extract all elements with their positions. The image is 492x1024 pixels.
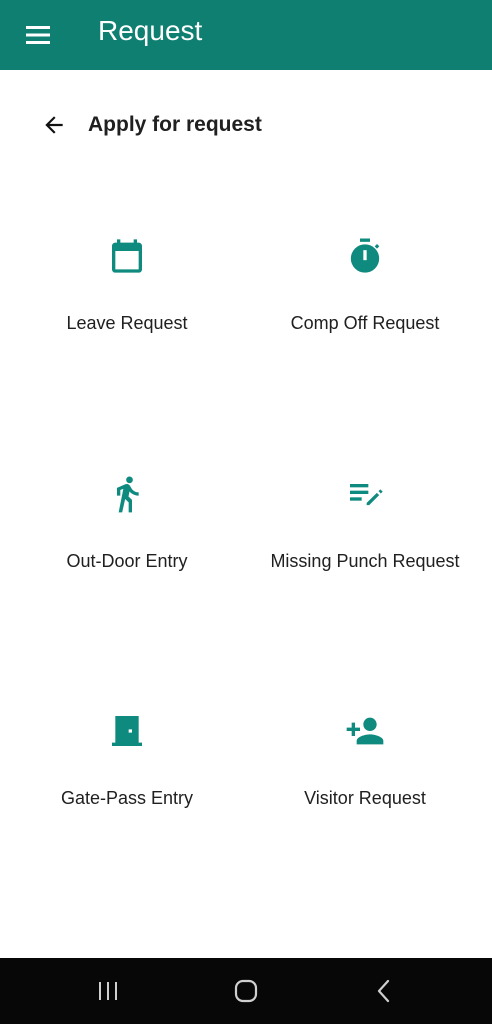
back-button[interactable] [36,107,72,143]
door-icon [112,716,142,746]
home-button[interactable] [226,974,266,1008]
app-bar: Request [0,0,492,70]
person-add-icon [346,717,384,745]
tile-label: Visitor Request [304,788,426,808]
tile-label: Gate-Pass Entry [60,788,194,808]
walking-person-icon [117,476,139,513]
recent-apps-icon [99,982,117,1000]
nav-back-button[interactable] [364,974,404,1008]
edit-note-icon [350,484,383,506]
section-title: Apply for request [88,113,262,136]
home-icon [234,979,258,1003]
tile-label: Out-Door Entry [66,551,188,571]
leave-request-tile[interactable]: Leave Request [4,236,250,396]
gate-pass-entry-tile[interactable]: Gate-Pass Entry [4,711,250,871]
visitor-request-tile[interactable]: Visitor Request [242,711,488,871]
tile-label: Leave Request [66,313,188,333]
system-navigation-bar [0,958,492,1024]
arrow-back-icon [45,116,63,134]
page-title: Request [98,15,203,46]
tile-label: Comp Off Request [290,313,440,333]
menu-icon [26,26,50,44]
timer-icon [350,238,380,273]
recent-apps-button[interactable] [88,974,128,1008]
menu-button[interactable] [18,15,58,55]
section-header: Apply for request [0,100,492,150]
missing-punch-request-tile[interactable]: Missing Punch Request [242,474,488,634]
comp-off-request-tile[interactable]: Comp Off Request [242,236,488,396]
tile-label: Missing Punch Request [270,551,460,571]
nav-back-icon [377,979,390,1003]
out-door-entry-tile[interactable]: Out-Door Entry [4,474,250,634]
calendar-icon [112,239,142,273]
